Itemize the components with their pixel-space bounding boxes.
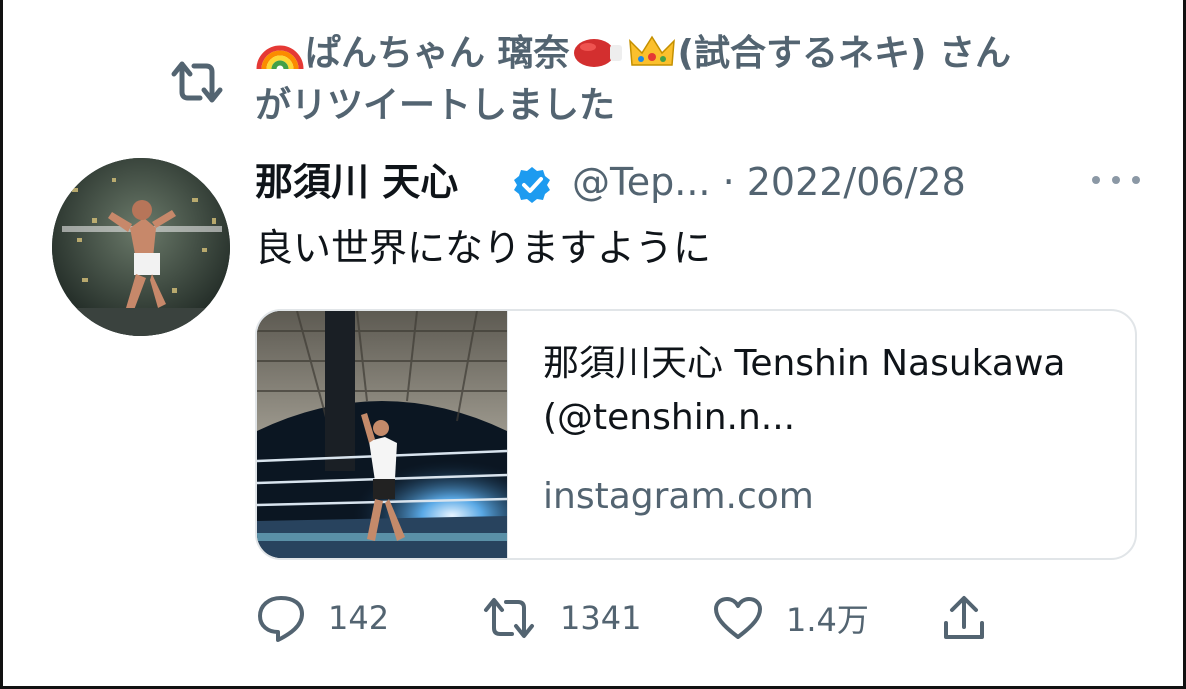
- author-handle-date[interactable]: @Tep... · 2022/06/28: [572, 156, 966, 208]
- retweet-action-icon: [484, 598, 534, 638]
- card-title: 那須川天心 Tenshin Nasukawa (@tenshin.n...: [543, 343, 1066, 438]
- verified-badge-icon: [514, 167, 550, 203]
- more-options-icon[interactable]: [1088, 165, 1144, 195]
- retweeter-name: ぱんちゃん 璃奈: [305, 33, 570, 74]
- reply-icon: [258, 596, 304, 642]
- retweet-label: がリツイートしました: [255, 85, 616, 126]
- link-preview-card[interactable]: 那須川天心 Tenshin Nasukawa (@tenshin.n... in…: [255, 309, 1137, 560]
- like-button[interactable]: 1.4万: [712, 592, 869, 644]
- retweet-icon: [171, 61, 223, 103]
- retweet-count: 1341: [560, 599, 642, 637]
- avatar-photo: [52, 158, 230, 336]
- rainbow-emoji: [256, 45, 304, 70]
- retweet-attribution[interactable]: ぱんちゃん 璃奈 (試合するネキ) さん がリツイートしました: [255, 28, 1155, 132]
- boxing-glove-emoji: [573, 39, 622, 67]
- share-icon: [944, 596, 984, 639]
- reply-button[interactable]: 142: [256, 592, 389, 644]
- retweet-button[interactable]: 1341: [480, 592, 641, 644]
- reply-count: 142: [328, 599, 390, 637]
- author-avatar[interactable]: [52, 158, 230, 336]
- share-button[interactable]: [940, 592, 988, 644]
- like-count: 1.4万: [786, 601, 869, 639]
- tweet-text: 良い世界になりますように: [255, 226, 712, 270]
- crown-emoji: [628, 35, 675, 66]
- heart-icon: [714, 597, 762, 639]
- author-name[interactable]: 那須川 天心: [255, 156, 458, 208]
- retweet-suffix: (試合するネキ) さん: [677, 33, 1011, 74]
- card-divider: [507, 311, 508, 558]
- card-thumbnail: [257, 311, 507, 558]
- card-domain: instagram.com: [543, 476, 814, 517]
